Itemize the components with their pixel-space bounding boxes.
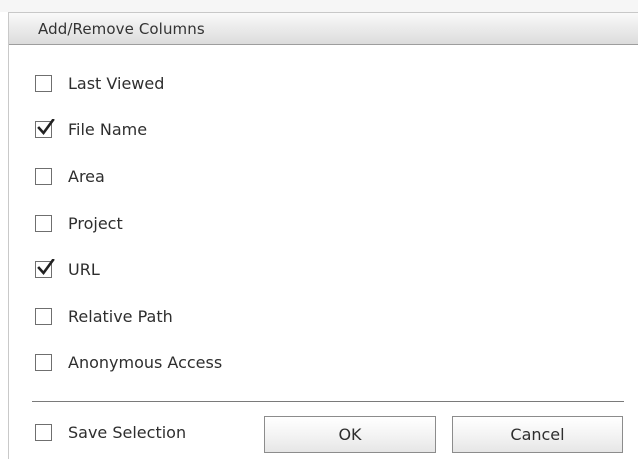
checkmark-icon [37, 258, 55, 275]
background-strip [0, 0, 638, 12]
ok-button[interactable]: OK [264, 416, 436, 453]
add-remove-columns-dialog: Add/Remove Columns Last Viewed File Name… [8, 12, 638, 459]
option-url[interactable]: URL [35, 258, 100, 280]
relative-path-checkbox[interactable] [35, 307, 52, 325]
option-label: URL [68, 259, 100, 279]
cancel-button[interactable]: Cancel [452, 416, 623, 453]
option-label: File Name [68, 119, 148, 139]
option-project[interactable]: Project [35, 212, 123, 234]
anonymous-access-checkbox[interactable] [35, 353, 52, 371]
option-anonymous-access[interactable]: Anonymous Access [35, 351, 222, 373]
url-checkbox[interactable] [35, 258, 55, 278]
save-selection-checkbox[interactable] [35, 423, 52, 441]
option-label: Relative Path [68, 306, 173, 326]
option-last-viewed[interactable]: Last Viewed [35, 72, 164, 94]
checkmark-icon [37, 118, 55, 135]
dialog-title-bar: Add/Remove Columns [9, 12, 638, 45]
file-name-checkbox[interactable] [35, 118, 55, 138]
option-area[interactable]: Area [35, 165, 105, 187]
option-label: Anonymous Access [68, 352, 223, 372]
option-label: Last Viewed [68, 73, 165, 93]
save-selection-option[interactable]: Save Selection [35, 421, 186, 443]
dialog-title: Add/Remove Columns [38, 20, 205, 38]
option-label: Area [68, 166, 105, 186]
area-checkbox[interactable] [35, 167, 52, 185]
save-selection-label: Save Selection [68, 422, 187, 442]
footer-divider [32, 401, 624, 402]
option-file-name[interactable]: File Name [35, 118, 147, 140]
option-relative-path[interactable]: Relative Path [35, 305, 173, 327]
project-checkbox[interactable] [35, 214, 52, 232]
last-viewed-checkbox[interactable] [35, 74, 52, 92]
option-label: Project [68, 213, 123, 233]
